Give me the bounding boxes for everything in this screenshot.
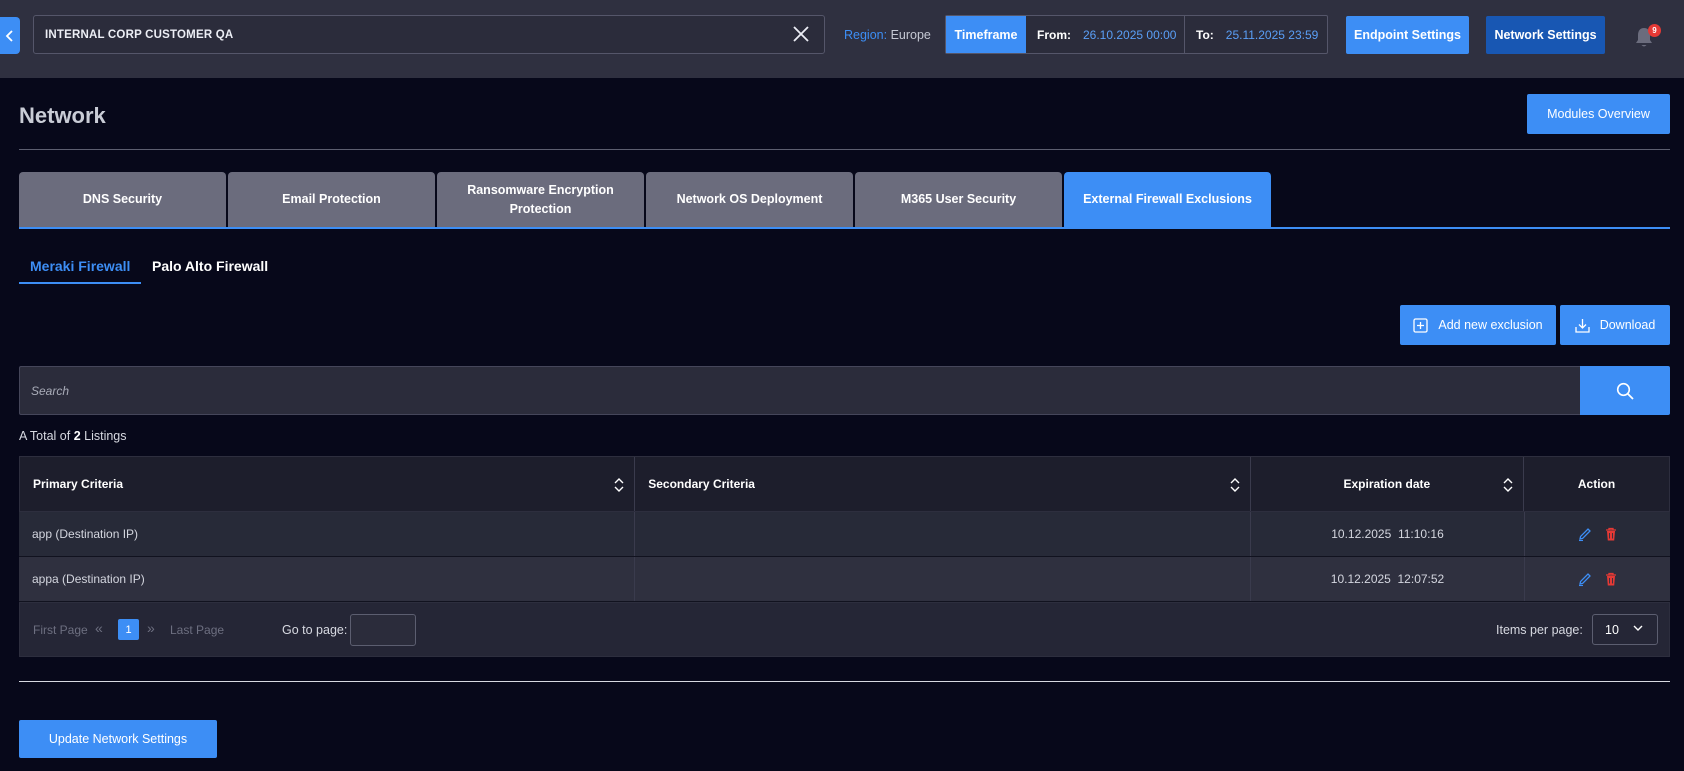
customer-name: INTERNAL CORP CUSTOMER QA (45, 28, 234, 41)
network-settings-button[interactable]: Network Settings (1486, 16, 1605, 54)
tabs-underline (19, 227, 1670, 229)
items-per-page-label: Items per page: (1496, 623, 1583, 637)
timeframe-from[interactable]: From: 26.10.2025 00:00 (1026, 16, 1185, 53)
timeframe-selector[interactable]: Timeframe From: 26.10.2025 00:00 To: 25.… (945, 15, 1328, 54)
tab-dns-security[interactable]: DNS Security (19, 172, 226, 227)
top-bar: INTERNAL CORP CUSTOMER QA Region: Europe… (0, 0, 1684, 78)
chevron-left-icon (5, 29, 13, 42)
listing-count: 2 (73, 429, 81, 443)
go-to-page-input[interactable] (350, 614, 416, 646)
cell-expiration-date: 10.12.2025 12:07:52 (1251, 557, 1525, 601)
next-page-icon[interactable]: » (147, 620, 155, 636)
tab-network-os-deployment[interactable]: Network OS Deployment (646, 172, 853, 227)
subtab-palo-alto-firewall[interactable]: Palo Alto Firewall (152, 258, 268, 274)
previous-page-icon[interactable]: « (95, 620, 103, 636)
last-page-link[interactable]: Last Page (170, 623, 224, 637)
cell-primary-criteria: app (Destination IP) (19, 512, 635, 556)
search-icon (1616, 382, 1634, 400)
update-network-settings-button[interactable]: Update Network Settings (19, 720, 217, 758)
divider (19, 149, 1670, 150)
tab-m365-user-security[interactable]: M365 User Security (855, 172, 1062, 227)
tab-external-firewall-exclusions[interactable]: External Firewall Exclusions (1064, 172, 1271, 227)
header-primary-criteria[interactable]: Primary Criteria (20, 457, 636, 511)
download-label: Download (1599, 318, 1656, 332)
items-per-page-value: 10 (1605, 622, 1619, 637)
tab-email-protection[interactable]: Email Protection (228, 172, 435, 227)
back-button[interactable] (0, 17, 20, 54)
header-secondary-label: Secondary Criteria (648, 477, 755, 491)
header-primary-label: Primary Criteria (33, 477, 124, 491)
cell-secondary-criteria (635, 557, 1251, 601)
listing-suffix: Listings (84, 429, 127, 443)
region-value: Europe (890, 28, 931, 42)
sort-icon[interactable] (1503, 476, 1513, 494)
cell-actions (1525, 557, 1670, 601)
region-label: Region: (844, 28, 888, 42)
from-label: From: (1037, 27, 1071, 42)
endpoint-settings-button[interactable]: Endpoint Settings (1346, 16, 1469, 54)
cell-actions (1525, 512, 1670, 556)
notification-badge: 9 (1648, 24, 1661, 37)
chevron-down-icon (1633, 625, 1643, 631)
add-new-exclusion-button[interactable]: Add new exclusion (1400, 305, 1556, 345)
table-row: appa (Destination IP) 10.12.2025 12:07:5… (19, 557, 1670, 602)
to-value: 25.11.2025 23:59 (1225, 27, 1319, 42)
trash-icon[interactable] (1603, 526, 1619, 542)
divider (19, 681, 1670, 682)
cell-expiration-date: 10.12.2025 11:10:16 (1251, 512, 1525, 556)
listing-total: A Total of 2 Listings (19, 429, 127, 443)
table-header: Primary Criteria Secondary Criteria Expi… (19, 456, 1670, 512)
download-button[interactable]: Download (1560, 305, 1670, 345)
header-secondary-criteria[interactable]: Secondary Criteria (635, 457, 1251, 511)
tab-ransomware-encryption-protection[interactable]: Ransomware Encryption Protection (437, 172, 644, 227)
module-tabs: DNS Security Email Protection Ransomware… (19, 172, 1273, 227)
header-action-label: Action (1577, 477, 1616, 491)
table-row: app (Destination IP) 10.12.2025 11:10:16 (19, 512, 1670, 557)
header-expiration-label: Expiration date (1343, 477, 1431, 491)
cell-secondary-criteria (635, 512, 1251, 556)
search-input[interactable] (19, 366, 1580, 415)
header-expiration-date[interactable]: Expiration date (1251, 457, 1525, 511)
items-per-page-select[interactable]: 10 (1592, 614, 1658, 645)
customer-selector[interactable]: INTERNAL CORP CUSTOMER QA (33, 15, 825, 54)
modules-overview-button[interactable]: Modules Overview (1527, 94, 1670, 134)
trash-icon[interactable] (1603, 571, 1619, 587)
exclusions-table: Primary Criteria Secondary Criteria Expi… (19, 456, 1670, 657)
subtab-underline (19, 282, 141, 284)
plus-square-icon (1413, 317, 1429, 333)
header-action: Action (1524, 457, 1669, 511)
from-value: 26.10.2025 00:00 (1083, 27, 1177, 42)
region-info: Region: Europe (844, 28, 931, 42)
pagination: First Page « 1 » Last Page Go to page: I… (19, 602, 1670, 657)
subtab-meraki-firewall[interactable]: Meraki Firewall (30, 258, 130, 274)
timeframe-to[interactable]: To: 25.11.2025 23:59 (1185, 16, 1327, 53)
add-new-exclusion-label: Add new exclusion (1438, 318, 1543, 332)
first-page-link[interactable]: First Page (33, 623, 88, 637)
download-icon (1575, 318, 1590, 333)
listing-prefix: A Total of (19, 429, 71, 443)
sort-icon[interactable] (1230, 476, 1240, 494)
search-button[interactable] (1580, 366, 1670, 415)
edit-icon[interactable] (1577, 571, 1593, 587)
go-to-page-label: Go to page: (282, 623, 348, 637)
page-title: Network (19, 103, 106, 128)
cell-primary-criteria: appa (Destination IP) (19, 557, 635, 601)
page-number-current[interactable]: 1 (118, 619, 139, 640)
sort-icon[interactable] (614, 476, 624, 494)
to-label: To: (1196, 27, 1214, 42)
edit-icon[interactable] (1577, 526, 1593, 542)
close-icon[interactable] (792, 25, 810, 43)
timeframe-label[interactable]: Timeframe (946, 16, 1026, 53)
